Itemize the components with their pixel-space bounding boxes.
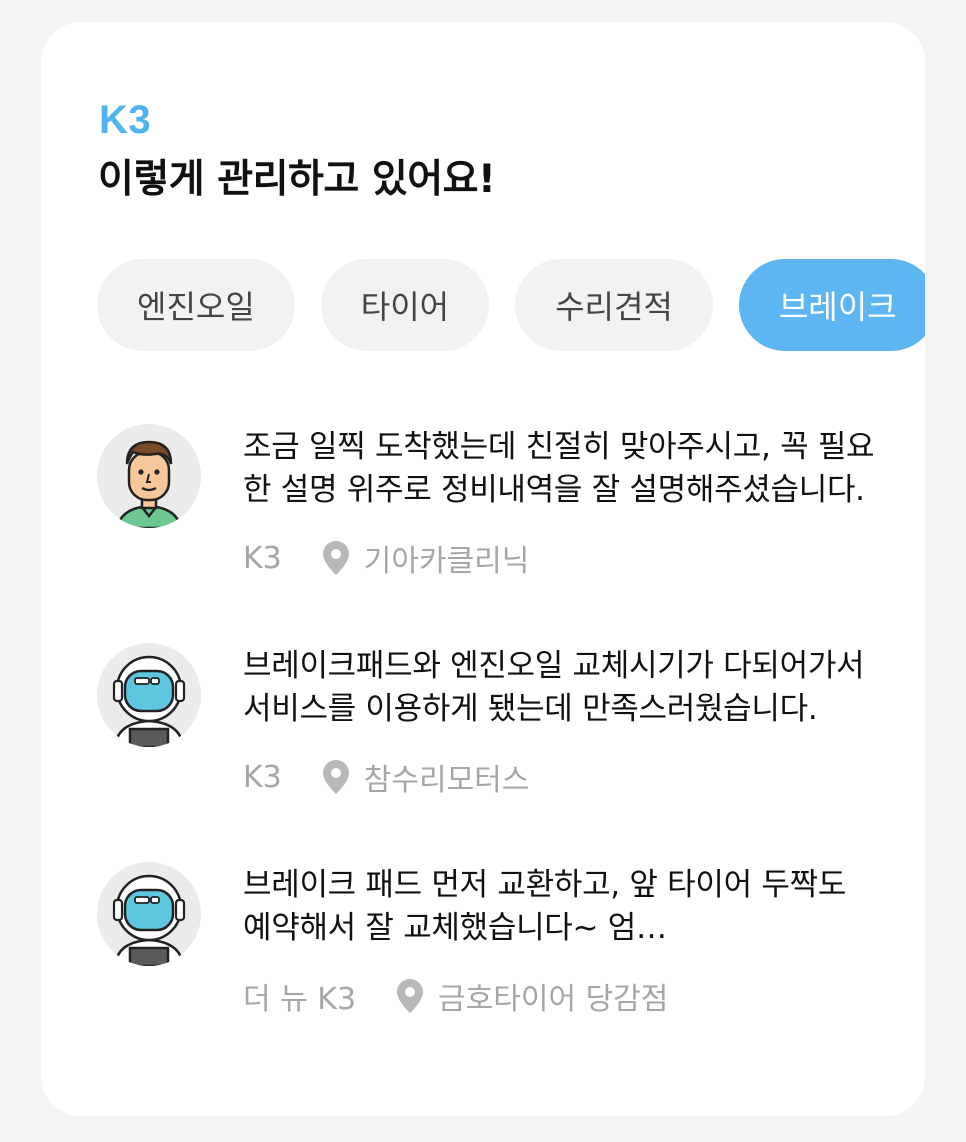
category-chip-brake[interactable]: 브레이크 xyxy=(738,259,925,351)
review-text: 브레이크 패드 먼저 교환하고, 앞 타이어 두짝도 예약해서 잘 교체했습니다… xyxy=(243,867,847,946)
review-shop-name[interactable]: 기아카클리닉 xyxy=(364,536,530,580)
review-meta: K3 기아카클리닉 xyxy=(243,536,529,580)
category-chip-engine-oil[interactable]: 엔진오일 xyxy=(97,259,295,351)
review-meta: 더 뉴 K3 금호타이어 당감점 xyxy=(243,974,668,1018)
section-title: 이렇게 관리하고 있어요! xyxy=(98,157,496,202)
category-chip-repair-estimate[interactable]: 수리견적 xyxy=(515,259,713,351)
location-pin-icon xyxy=(322,540,350,576)
review-car-model: K3 xyxy=(243,540,282,576)
review-text: 브레이크패드와 엔진오일 교체시기가 다되어가서 서비스를 이용하게 됐는데 만… xyxy=(243,648,865,727)
man-avatar-icon xyxy=(97,424,201,528)
astronaut-avatar-icon xyxy=(97,643,201,747)
review-car-model: 더 뉴 K3 xyxy=(243,982,357,1017)
review-item[interactable]: 조금 일찍 도착했는데 친절히 맞아주시고, 꼭 필요한 설명 위주로 정비내역… xyxy=(97,422,897,641)
review-item[interactable]: 브레이크 패드 먼저 교환하고, 앞 타이어 두짝도 예약해서 잘 교체했습니다… xyxy=(97,860,897,1079)
review-card: K3 이렇게 관리하고 있어요! 엔진오일 타이어 수리견적 브레이크 조금 일… xyxy=(41,22,925,1116)
category-chip-tire[interactable]: 타이어 xyxy=(320,259,490,351)
review-list: 조금 일찍 도착했는데 친절히 맞아주시고, 꼭 필요한 설명 위주로 정비내역… xyxy=(97,422,897,1079)
category-chip-row: 엔진오일 타이어 수리견적 브레이크 xyxy=(97,259,925,351)
car-model-label: K3 xyxy=(99,98,152,142)
location-pin-icon xyxy=(322,759,350,795)
location-pin-icon xyxy=(396,978,424,1014)
review-item[interactable]: 브레이크패드와 엔진오일 교체시기가 다되어가서 서비스를 이용하게 됐는데 만… xyxy=(97,641,897,860)
review-car-model: K3 xyxy=(243,759,282,795)
review-text: 조금 일찍 도착했는데 친절히 맞아주시고, 꼭 필요한 설명 위주로 정비내역… xyxy=(243,429,875,508)
astronaut-avatar-icon xyxy=(97,862,201,966)
review-shop-name[interactable]: 금호타이어 당감점 xyxy=(438,974,668,1018)
review-meta: K3 참수리모터스 xyxy=(243,755,529,799)
review-shop-name[interactable]: 참수리모터스 xyxy=(364,755,530,799)
